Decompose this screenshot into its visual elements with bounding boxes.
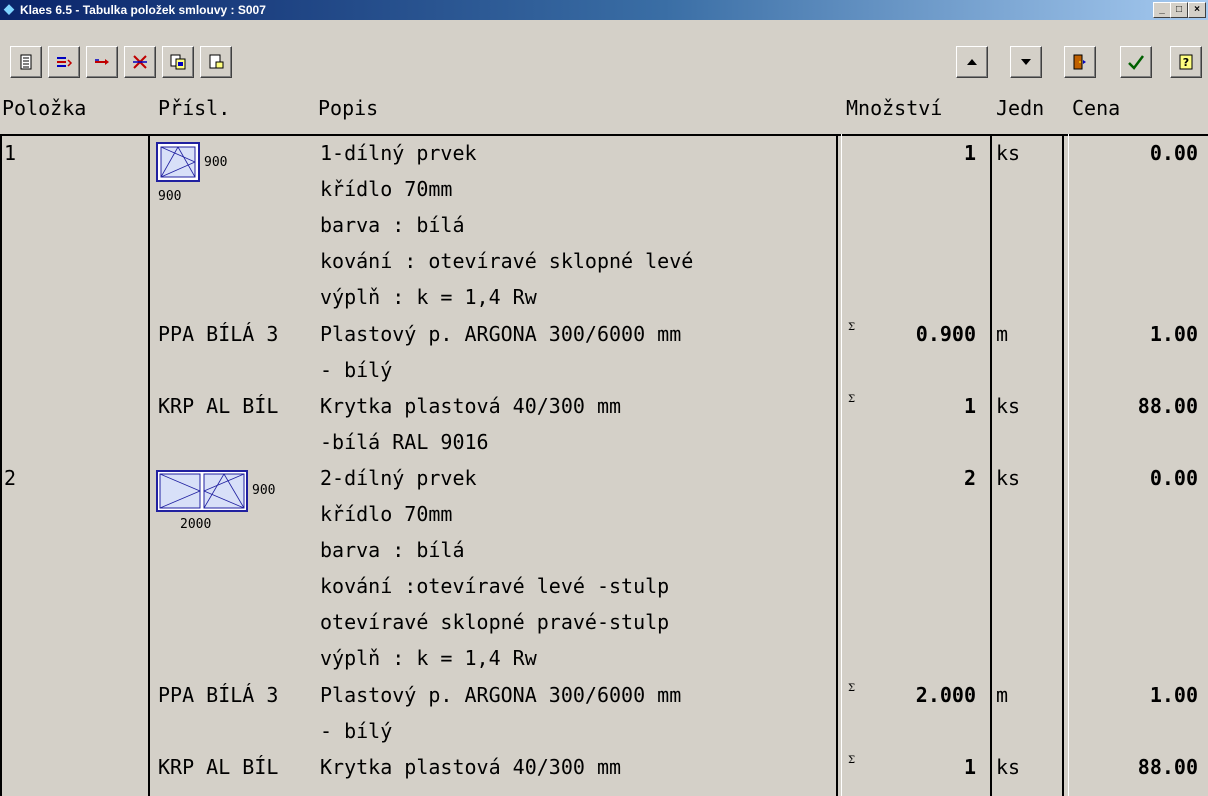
grid-line (836, 134, 838, 796)
maximize-button[interactable]: □ (1170, 2, 1188, 18)
cell-popis: Krytka plastová 40/300 mm (320, 394, 622, 418)
thumb2-width-label: 2000 (180, 517, 212, 532)
paste-button[interactable] (200, 46, 232, 78)
double-sash-window-icon (156, 470, 248, 512)
cell-popis: Krytka plastová 40/300 mm (320, 755, 622, 779)
move-arrow-icon (95, 59, 109, 65)
cell-cena: 88.00 (1137, 755, 1198, 779)
help-icon: ? (1179, 54, 1193, 70)
cell-popis: kování : otevíravé sklopné levé (320, 249, 694, 273)
cell-jedn: ks (996, 394, 1021, 418)
grid-line (1068, 134, 1069, 796)
header-prisl[interactable]: Přísl. (158, 96, 230, 120)
delete-button[interactable] (124, 46, 156, 78)
cell-polozka: 2 (4, 466, 17, 490)
cell-popis: 1-dílný prvek (320, 141, 477, 165)
cell-prisl: KRP AL BÍL (158, 394, 279, 418)
cell-cena: 1.00 (1149, 683, 1198, 707)
list-button[interactable] (10, 46, 42, 78)
cell-prisl: KRP AL BÍL (158, 755, 279, 779)
grid-line (0, 134, 2, 796)
cell-popis: barva : bílá (320, 213, 465, 237)
header-mnozstvi[interactable]: Množství (846, 96, 942, 120)
cell-popis: výplň : k = 1,4 Rw (320, 646, 537, 670)
thumb1-height-label: 900 (204, 155, 228, 170)
cell-mnozstvi: 1 (963, 141, 976, 165)
move-up-button[interactable] (956, 46, 988, 78)
cell-jedn: ks (996, 755, 1021, 779)
insert-lines-button[interactable] (48, 46, 80, 78)
cell-prisl: PPA BÍLÁ 3 (158, 322, 279, 346)
window-title: Klaes 6.5 - Tabulka položek smlouvy : S0… (20, 3, 266, 17)
header-polozka[interactable]: Položka (2, 96, 86, 120)
title-bar: ◆ Klaes 6.5 - Tabulka položek smlouvy : … (0, 0, 1208, 20)
copy-icon (170, 54, 186, 70)
cell-popis: Plastový p. ARGONA 300/6000 mm (320, 322, 682, 346)
grid-line (148, 134, 150, 796)
cell-cena: 0.00 (1149, 141, 1198, 165)
cell-popis: - bílý (320, 358, 393, 382)
exit-door-icon (1073, 54, 1086, 70)
cell-popis: křídlo 70mm (320, 177, 453, 201)
cell-mnozstvi: 1 (963, 394, 976, 418)
move-down-button[interactable] (1010, 46, 1042, 78)
cell-popis: křídlo 70mm (320, 502, 453, 526)
checkmark-icon (1128, 55, 1144, 70)
window-thumbnail-1[interactable] (156, 142, 200, 186)
svg-text:?: ? (1183, 56, 1189, 69)
cell-mnozstvi: 2 (963, 466, 976, 490)
cell-mnozstvi: 1 (963, 755, 976, 779)
header-popis[interactable]: Popis (318, 96, 378, 120)
single-sash-window-icon (156, 142, 200, 182)
close-button[interactable]: × (1188, 2, 1206, 18)
header-jedn[interactable]: Jedn (996, 96, 1044, 120)
cell-popis: Plastový p. ARGONA 300/6000 mm (320, 683, 682, 707)
app-diamond-icon: ◆ (4, 1, 14, 16)
cell-jedn: m (996, 683, 1009, 707)
cell-popis: barva : bílá (320, 538, 465, 562)
grid-line (1062, 134, 1064, 796)
copy-button[interactable] (162, 46, 194, 78)
cell-cena: 88.00 (1137, 394, 1198, 418)
cell-mnozstvi: 2.000 (915, 683, 976, 707)
cell-cena: 0.00 (1149, 466, 1198, 490)
arrow-up-icon (967, 59, 977, 65)
cell-jedn: m (996, 322, 1009, 346)
grid-line (990, 134, 992, 796)
toolbar: ? (0, 20, 1208, 78)
cell-popis: 2-dílný prvek (320, 466, 477, 490)
move-button[interactable] (86, 46, 118, 78)
cell-popis: otevíravé sklopné pravé-stulp (320, 610, 670, 634)
insert-lines-icon (57, 57, 73, 67)
cell-mnozstvi: 0.900 (915, 322, 976, 346)
thumb1-width-label: 900 (158, 189, 182, 204)
arrow-down-icon (1021, 59, 1031, 65)
cell-polozka: 1 (4, 141, 17, 165)
cell-popis: kování :otevíravé levé -stulp (320, 574, 670, 598)
cell-jedn: ks (996, 141, 1021, 165)
cell-cena: 1.00 (1149, 322, 1198, 346)
cell-popis: -bílá RAL 9016 (320, 430, 489, 454)
cell-popis: výplň : k = 1,4 Rw (320, 285, 537, 309)
cell-jedn: ks (996, 466, 1021, 490)
cell-prisl: PPA BÍLÁ 3 (158, 683, 279, 707)
header-cena[interactable]: Cena (1072, 96, 1120, 120)
header-separator (0, 134, 1208, 136)
delete-x-icon (133, 55, 147, 69)
paste-icon (209, 54, 224, 69)
grid-line (841, 134, 842, 796)
confirm-button[interactable] (1120, 46, 1152, 78)
minimize-button[interactable]: _ (1153, 2, 1171, 18)
exit-button[interactable] (1064, 46, 1096, 78)
window-thumbnail-2[interactable] (156, 470, 248, 516)
list-icon (20, 54, 32, 70)
cell-popis: - bílý (320, 719, 393, 743)
help-button[interactable]: ? (1170, 46, 1202, 78)
thumb2-height-label: 900 (252, 483, 276, 498)
